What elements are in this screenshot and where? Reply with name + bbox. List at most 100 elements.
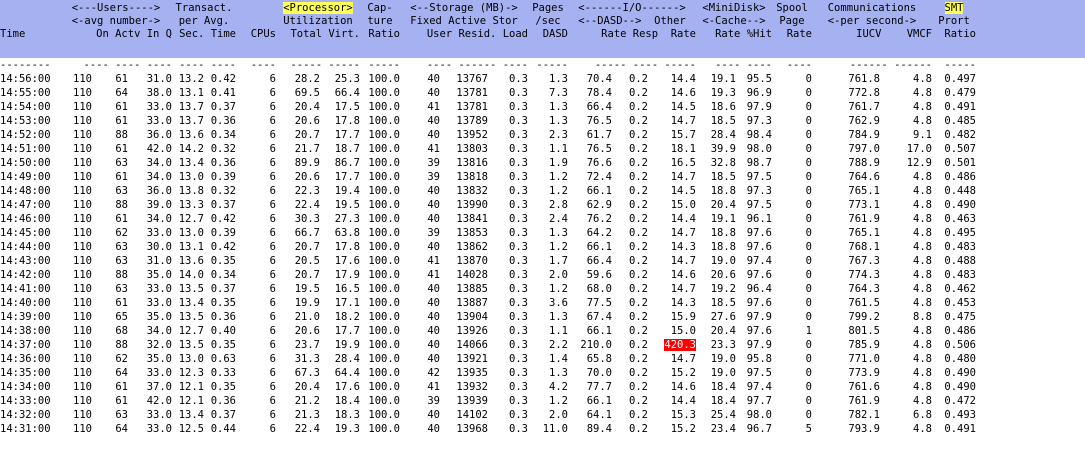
table-cell: 22.4: [294, 423, 320, 435]
table-cell: 41: [427, 381, 440, 393]
table-cell: 4.8: [913, 269, 932, 281]
table-cell: 6: [269, 395, 276, 407]
table-cell: 0.35: [210, 339, 236, 351]
table-cell: 61: [115, 381, 128, 393]
table-cell: 59.6: [586, 269, 612, 281]
table-cell: 40: [427, 73, 440, 85]
table-cell: 13767: [456, 73, 488, 85]
header-group-2-line-1: Transact.: [175, 2, 233, 14]
table-cell: 1.3: [549, 367, 568, 379]
table-cell: 0.35: [210, 381, 236, 393]
table-cell: 61: [115, 101, 128, 113]
header-separator-row: -------- ---- ---- ---- ---- ---- ---- -----…: [0, 58, 1085, 72]
header-group-12-line-3: Ratio: [944, 28, 976, 40]
table-cell: 0.483: [944, 269, 976, 281]
table-cell: 61: [115, 171, 128, 183]
table-cell: 801.5: [848, 325, 880, 337]
table-cell: 0.2: [629, 157, 648, 169]
table-cell: 13.2: [178, 73, 204, 85]
header-group-11-line-3: IUCV VMCF: [856, 28, 932, 40]
table-cell: 3.6: [549, 297, 568, 309]
table-cell: 9.1: [913, 129, 932, 141]
table-cell: 34.0: [146, 325, 172, 337]
alert-value: 420.3: [664, 339, 696, 351]
table-cell: 63: [115, 409, 128, 421]
table-cell: 96.7: [746, 423, 772, 435]
table-cell: 774.3: [848, 269, 880, 281]
table-cell: 95.5: [746, 73, 772, 85]
table-cell: 0.2: [629, 171, 648, 183]
table-cell: 40: [427, 297, 440, 309]
table-cell: 66.1: [586, 185, 612, 197]
table-cell: 0: [805, 353, 812, 365]
header-line-2: <-avg number-> per Avg. Utilization ture Fix…: [0, 15, 1085, 28]
table-cell: 0.472: [944, 395, 976, 407]
table-cell: 0.2: [629, 283, 648, 295]
table-cell: 6: [269, 129, 276, 141]
table-cell: 100.0: [368, 115, 400, 127]
table-cell: 30.3: [294, 213, 320, 225]
table-cell: 0.2: [629, 87, 648, 99]
table-cell: 1.1: [549, 143, 568, 155]
table-cell: 28.4: [334, 353, 360, 365]
table-cell: 0.2: [629, 297, 648, 309]
table-cell: 0.448: [944, 185, 976, 197]
header-group-7-line-3: DASD: [542, 28, 568, 40]
table-cell: 65: [115, 311, 128, 323]
table-cell: 98.0: [746, 143, 772, 155]
table-cell: 20.4: [710, 199, 736, 211]
table-cell: 14:38:00: [0, 325, 51, 337]
table-cell: 0.32: [210, 143, 236, 155]
table-cell: 14.4: [670, 213, 696, 225]
table-cell: 66.1: [586, 241, 612, 253]
table-cell: 97.6: [746, 241, 772, 253]
table-cell: 89.9: [294, 157, 320, 169]
table-cell: 0: [805, 311, 812, 323]
table-cell: 61: [115, 395, 128, 407]
table-cell: 100.0: [368, 325, 400, 337]
separator-0: --------: [0, 59, 51, 71]
separator-2: ---- ----: [179, 59, 236, 71]
table-cell: 0.36: [210, 311, 236, 323]
table-cell: 97.5: [746, 367, 772, 379]
table-cell: 97.3: [746, 185, 772, 197]
table-cell: 14.7: [670, 283, 696, 295]
table-cell: 6: [269, 381, 276, 393]
table-cell: 36.0: [146, 185, 172, 197]
table-cell: 35.0: [146, 311, 172, 323]
table-cell: 110: [73, 367, 92, 379]
table-cell: 4.8: [913, 115, 932, 127]
table-cell: 20.7: [294, 241, 320, 253]
table-cell: 6: [269, 353, 276, 365]
table-cell: 14.7: [670, 115, 696, 127]
table-cell: 0.3: [509, 283, 528, 295]
table-cell: 0.491: [944, 423, 976, 435]
table-cell: 76.5: [586, 115, 612, 127]
table-cell: 0.42: [210, 241, 236, 253]
table-cell: 16.5: [334, 283, 360, 295]
table-cell: 4.8: [913, 171, 932, 183]
table-cell: 4.8: [913, 381, 932, 393]
table-cell: 110: [73, 255, 92, 267]
table-cell: 18.5: [710, 297, 736, 309]
table-cell: 0: [805, 339, 812, 351]
table-cell: 20.6: [294, 325, 320, 337]
table-cell: 14.5: [670, 185, 696, 197]
header-group-10-line-1: Spool: [776, 2, 808, 14]
table-cell: 18.6: [710, 101, 736, 113]
table-cell: 100.0: [368, 423, 400, 435]
table-cell: 761.8: [848, 73, 880, 85]
table-cell: 17.8: [334, 241, 360, 253]
table-cell: 110: [73, 241, 92, 253]
table-cell: 0: [805, 227, 812, 239]
table-cell: 0.490: [944, 381, 976, 393]
table-row: 14:50:00 110 63 34.0 13.4 0.36 6 89.9 86.7 100.0 3…: [0, 156, 1085, 170]
table-cell: 110: [73, 381, 92, 393]
header-group-8-line-3: Rate Resp Rate: [601, 28, 696, 40]
header-group-5-line-1: Cap-: [367, 2, 393, 14]
table-cell: 6: [269, 423, 276, 435]
table-cell: 0.33: [210, 367, 236, 379]
table-cell: 799.2: [848, 311, 880, 323]
table-cell: 110: [73, 353, 92, 365]
table-cell: 19.0: [710, 255, 736, 267]
